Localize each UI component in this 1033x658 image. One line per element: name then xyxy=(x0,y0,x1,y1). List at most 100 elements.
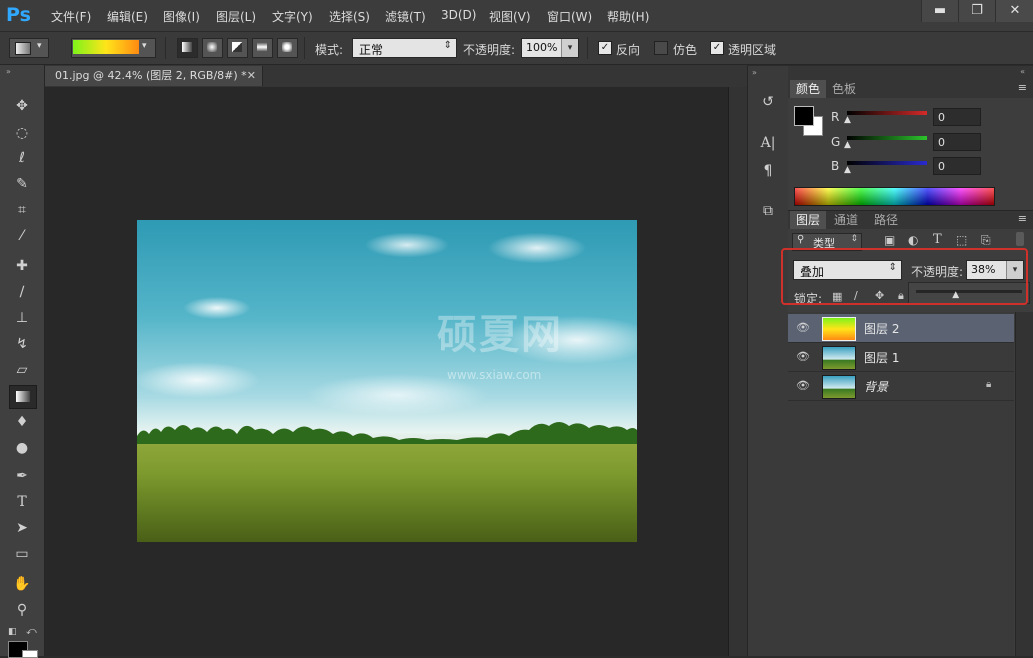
crop-tool-icon[interactable]: ⌗ xyxy=(9,199,35,221)
tab-layers[interactable]: 图层 xyxy=(790,211,827,229)
menu-help[interactable]: 帮助(H) xyxy=(607,8,649,25)
lasso-tool-icon[interactable]: ℓ xyxy=(9,147,35,169)
gradient-tool-icon[interactable] xyxy=(9,385,37,409)
channel-r-input[interactable]: 0 xyxy=(933,108,981,126)
opacity-input[interactable]: 100% ▾ xyxy=(521,38,579,58)
divider xyxy=(165,37,166,59)
menu-image[interactable]: 图像(I) xyxy=(163,8,200,25)
menu-3d[interactable]: 3D(D) xyxy=(441,8,476,22)
layer-row-background[interactable]: 👁︎ 背景 🔒︎ xyxy=(788,372,1014,401)
linear-gradient-button[interactable] xyxy=(177,38,198,58)
chevron-down-icon[interactable]: ▾ xyxy=(561,39,578,57)
gradient-editor-swatch[interactable]: ▾ xyxy=(71,38,156,58)
document-image[interactable]: 硕夏网 www.sxiaw.com xyxy=(137,220,637,542)
move-tool-icon[interactable]: ✥ xyxy=(9,95,35,117)
zoom-tool-icon[interactable]: ⚲ xyxy=(9,599,35,621)
channel-r-slider[interactable] xyxy=(847,111,927,115)
3d-icon[interactable]: ⧉ xyxy=(756,200,780,222)
menu-edit[interactable]: 编辑(E) xyxy=(107,8,148,25)
history-icon[interactable]: ↺ xyxy=(756,91,780,113)
layer-row-1[interactable]: 👁︎ 图层 1 xyxy=(788,343,1014,372)
default-colors-icon[interactable]: ◧ xyxy=(8,627,17,637)
menu-select[interactable]: 选择(S) xyxy=(329,8,370,25)
menu-window[interactable]: 窗口(W) xyxy=(547,8,592,25)
close-button[interactable]: ✕ xyxy=(995,0,1033,22)
filter-adjustment-icon[interactable]: ◐ xyxy=(908,233,918,247)
paragraph-icon[interactable]: ¶ xyxy=(756,160,780,182)
menu-view[interactable]: 视图(V) xyxy=(489,8,531,25)
angle-gradient-button[interactable] xyxy=(227,38,248,58)
layer-row-2[interactable]: 👁︎ 图层 2 xyxy=(788,314,1014,343)
transparency-checkbox[interactable]: ✓ xyxy=(710,41,724,55)
background-color-swatch[interactable] xyxy=(22,650,38,658)
blur-tool-icon[interactable]: ♦ xyxy=(9,411,35,433)
menu-file[interactable]: 文件(F) xyxy=(51,8,91,25)
panel-menu-icon[interactable]: ≡ xyxy=(1018,212,1027,225)
hand-tool-icon[interactable]: ✋ xyxy=(9,573,35,595)
filter-toggle[interactable] xyxy=(1016,232,1024,246)
reverse-label: 反向 xyxy=(616,43,641,57)
stamp-tool-icon[interactable]: ⊥ xyxy=(9,307,35,329)
channel-b-slider[interactable] xyxy=(847,161,927,165)
marquee-tool-icon[interactable]: ◌ xyxy=(9,122,35,144)
healing-brush-tool-icon[interactable]: ✚ xyxy=(9,255,35,277)
eyedropper-tool-icon[interactable]: ⁄ xyxy=(9,225,35,247)
radial-gradient-icon xyxy=(207,42,217,52)
minimize-button[interactable]: ▬ xyxy=(921,0,958,22)
visibility-eye-icon[interactable]: 👁︎ xyxy=(796,351,810,363)
visibility-eye-icon[interactable]: 👁︎ xyxy=(796,322,810,334)
foreground-color-swatch[interactable] xyxy=(794,106,814,126)
menu-type[interactable]: 文字(Y) xyxy=(272,8,313,25)
tab-swatches[interactable]: 色板 xyxy=(826,80,862,98)
radial-gradient-button[interactable] xyxy=(202,38,223,58)
collapse-icon[interactable]: » xyxy=(6,67,11,76)
chevron-down-icon: ▾ xyxy=(142,41,147,51)
channel-b-input[interactable]: 0 xyxy=(933,157,981,175)
mode-select[interactable]: 正常 ⇕ xyxy=(352,38,457,58)
channel-g-input[interactable]: 0 xyxy=(933,133,981,151)
filter-type-icon[interactable]: T xyxy=(933,232,942,247)
reverse-checkbox[interactable]: ✓ xyxy=(598,41,612,55)
rectangle-tool-icon[interactable]: ▭ xyxy=(9,543,35,565)
filter-shape-icon[interactable]: ⬚ xyxy=(956,233,967,247)
eraser-tool-icon[interactable]: ▱ xyxy=(9,359,35,381)
vertical-scrollbar[interactable] xyxy=(728,87,747,656)
diamond-gradient-button[interactable] xyxy=(277,38,298,58)
tab-paths[interactable]: 路径 xyxy=(868,211,904,229)
type-tool-icon[interactable]: T xyxy=(9,491,35,513)
history-brush-tool-icon[interactable]: ↯ xyxy=(9,333,35,355)
close-tab-icon[interactable]: ✕ xyxy=(247,66,256,86)
character-icon[interactable]: A| xyxy=(756,132,780,154)
tab-channels[interactable]: 通道 xyxy=(828,211,864,229)
layers-scrollbar[interactable] xyxy=(1015,312,1033,656)
reflected-gradient-button[interactable] xyxy=(252,38,273,58)
layer-thumbnail xyxy=(822,375,856,399)
tab-color[interactable]: 颜色 xyxy=(790,80,827,98)
tools-panel: » ✥ ◌ ℓ ✎ ⌗ ⁄ ✚ ∕ ⊥ ↯ ▱ ♦ ● ✒ T ➤ ▭ ✋ ⚲ … xyxy=(0,65,45,658)
menu-filter[interactable]: 滤镜(T) xyxy=(385,8,426,25)
document-tab[interactable]: 01.jpg @ 42.4% (图层 2, RGB/8#) * ✕ xyxy=(45,66,263,86)
maximize-button[interactable]: ❐ xyxy=(958,0,995,22)
chevron-down-icon: ▾ xyxy=(37,41,42,51)
panel-menu-icon[interactable]: ≡ xyxy=(1018,81,1027,94)
brush-tool-icon[interactable]: ∕ xyxy=(9,281,35,303)
slider-thumb-icon[interactable]: ▲ xyxy=(844,115,851,125)
quick-select-tool-icon[interactable]: ✎ xyxy=(9,173,35,195)
gradient-tool-preset-picker[interactable]: ▾ xyxy=(9,38,49,58)
filter-pixel-icon[interactable]: ▣ xyxy=(884,233,895,247)
slider-thumb-icon[interactable]: ▲ xyxy=(844,140,851,150)
collapse-icon[interactable]: « xyxy=(1020,67,1025,76)
filter-smart-object-icon[interactable]: ⎘ xyxy=(981,233,991,248)
swap-colors-icon[interactable]: ⤺ xyxy=(26,626,37,637)
dodge-tool-icon[interactable]: ● xyxy=(9,437,35,459)
channel-g-slider[interactable] xyxy=(847,136,927,140)
color-spectrum-ramp[interactable] xyxy=(794,187,995,206)
path-select-tool-icon[interactable]: ➤ xyxy=(9,517,35,539)
pen-tool-icon[interactable]: ✒ xyxy=(9,465,35,487)
slider-thumb-icon[interactable]: ▲ xyxy=(844,165,851,175)
menu-layer[interactable]: 图层(L) xyxy=(216,8,256,25)
collapse-icon[interactable]: » xyxy=(752,68,757,77)
layer-name: 图层 2 xyxy=(864,322,900,336)
dither-checkbox[interactable] xyxy=(654,41,668,55)
visibility-eye-icon[interactable]: 👁︎ xyxy=(796,380,810,392)
